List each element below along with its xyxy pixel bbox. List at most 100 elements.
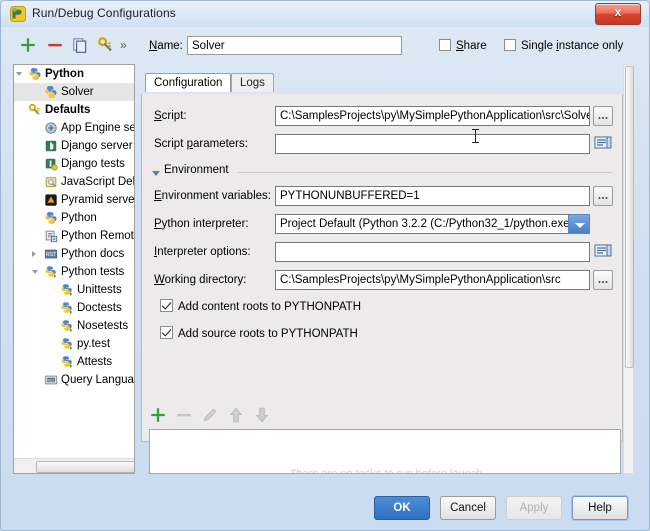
- tree-item-label: Query Language: [61, 374, 134, 386]
- svg-text:RST: RST: [46, 252, 57, 258]
- expand-editor-icon[interactable]: [594, 242, 612, 260]
- tree-item-pyramid-server[interactable]: Pyramid server: [14, 191, 134, 209]
- expand-editor-icon[interactable]: [594, 134, 612, 152]
- text-cursor: [472, 129, 479, 143]
- svg-text:SQL: SQL: [47, 378, 56, 383]
- cancel-button[interactable]: Cancel: [440, 496, 496, 520]
- tree-item-query-language[interactable]: SQL Query Language: [14, 371, 134, 389]
- before-launch-add-button[interactable]: [149, 406, 167, 424]
- section-divider: [238, 172, 612, 173]
- add-content-roots-label: Add content roots to PYTHONPATH: [178, 301, 362, 313]
- tree-item-py-test[interactable]: py.test: [14, 335, 134, 353]
- working-directory-label: Working directory:: [154, 274, 247, 286]
- window-title: Run/Debug Configurations: [32, 6, 176, 20]
- rst-icon: RST: [44, 247, 58, 261]
- python-tests-icon: [44, 265, 58, 279]
- tree-item-label: Attests: [77, 356, 113, 368]
- javascript-icon: [44, 175, 58, 189]
- single-instance-checkbox[interactable]: Single instance only: [504, 39, 623, 52]
- tree-item-python-tests[interactable]: Python tests: [14, 263, 134, 281]
- script-input[interactable]: C:\SamplesProjects\py\MySimplePythonAppl…: [275, 106, 590, 126]
- python-remote-icon: [44, 229, 58, 243]
- ok-button[interactable]: OK: [374, 496, 430, 520]
- tree-item-label: Python tests: [61, 266, 125, 278]
- configurations-toolbar: » Name: Share Single instance only: [1, 28, 649, 64]
- before-launch-empty-hint: There are no tasks to run before launch: [289, 468, 483, 474]
- run-debug-configurations-dialog: Run/Debug Configurations x » Name: Share…: [0, 0, 650, 531]
- python-icon: [44, 211, 58, 225]
- tree-item-label: App Engine server: [61, 122, 134, 134]
- tree-twisty-expanded-icon[interactable]: [32, 270, 38, 277]
- more-actions-button[interactable]: »: [120, 38, 134, 56]
- remove-configuration-button[interactable]: [46, 36, 64, 54]
- tree-rows: Python Solver Defaults App Engine server Dja…: [14, 65, 134, 389]
- django-tests-icon: [44, 157, 58, 171]
- interpreter-options-input[interactable]: [275, 242, 590, 262]
- tree-item-label: Nosetests: [77, 320, 129, 332]
- help-button[interactable]: Help: [572, 496, 628, 520]
- add-source-roots-label: Add source roots to PYTHONPATH: [178, 328, 358, 340]
- tree-item-python[interactable]: Python: [14, 65, 134, 83]
- before-launch-task-list[interactable]: There are no tasks to run before launch: [149, 429, 621, 474]
- script-parameters-label: Script parameters:: [154, 138, 248, 150]
- tree-item-app-engine-server[interactable]: App Engine server: [14, 119, 134, 137]
- environment-section-label: Environment: [164, 164, 229, 176]
- python-icon: [28, 67, 42, 81]
- python-icon: [44, 85, 58, 99]
- add-content-roots-checkbox-box: [160, 299, 173, 312]
- configurations-tree[interactable]: Python Solver Defaults App Engine server Dja…: [13, 64, 135, 474]
- tree-scroll-thumb[interactable]: [36, 461, 134, 473]
- python-interpreter-combo[interactable]: Project Default (Python 3.2.2 (C:/Python…: [275, 214, 590, 234]
- ellipsis-icon: [598, 197, 608, 199]
- python-tests-icon: [60, 355, 74, 369]
- tab-configuration[interactable]: Configuration: [145, 73, 232, 92]
- tree-twisty-expanded-icon[interactable]: [16, 72, 22, 79]
- working-directory-browse-button[interactable]: [593, 270, 613, 290]
- edit-defaults-button[interactable]: [97, 36, 115, 54]
- content-vertical-scrollbar[interactable]: [623, 64, 634, 474]
- add-configuration-button[interactable]: [19, 36, 37, 54]
- script-parameters-input[interactable]: [275, 134, 590, 154]
- environment-section-header[interactable]: Environment: [152, 164, 612, 180]
- single-instance-checkbox-box: [504, 39, 516, 51]
- share-checkbox-box: [439, 39, 451, 51]
- working-directory-input[interactable]: C:\SamplesProjects\py\MySimplePythonAppl…: [275, 270, 590, 290]
- script-label: Script:: [154, 110, 187, 122]
- tree-item-django-server[interactable]: Django server: [14, 137, 134, 155]
- tree-item-solver[interactable]: Solver: [14, 83, 134, 101]
- tree-item-python-remote[interactable]: Python Remote: [14, 227, 134, 245]
- python-interpreter-dropdown-arrow[interactable]: [568, 214, 590, 234]
- close-icon: x: [614, 5, 622, 19]
- tree-item-python-docs[interactable]: RST Python docs: [14, 245, 134, 263]
- interpreter-options-label: Interpreter options:: [154, 246, 251, 258]
- share-checkbox[interactable]: Share: [439, 39, 487, 52]
- content-scroll-thumb[interactable]: [625, 66, 634, 368]
- tree-item-unittests[interactable]: Unittests: [14, 281, 134, 299]
- configuration-name-input[interactable]: [187, 36, 402, 55]
- tree-item-attests[interactable]: Attests: [14, 353, 134, 371]
- tree-item-defaults[interactable]: Defaults: [14, 101, 134, 119]
- tree-item-nosetests[interactable]: Nosetests: [14, 317, 134, 335]
- python-tests-icon: [60, 337, 74, 351]
- add-content-roots-checkbox[interactable]: Add content roots to PYTHONPATH: [160, 299, 361, 313]
- tree-twisty-collapsed-icon[interactable]: [32, 251, 36, 257]
- environment-variables-input[interactable]: PYTHONUNBUFFERED=1: [275, 186, 590, 206]
- tree-item-python[interactable]: Python: [14, 209, 134, 227]
- copy-configuration-button[interactable]: [71, 36, 89, 54]
- tab-logs[interactable]: Logs: [231, 73, 274, 92]
- close-button[interactable]: x: [595, 3, 641, 25]
- wrench-icon: [28, 103, 42, 117]
- script-browse-button[interactable]: [593, 106, 613, 126]
- tree-item-django-tests[interactable]: Django tests: [14, 155, 134, 173]
- tree-item-javascript-debug[interactable]: JavaScript Debug: [14, 173, 134, 191]
- tree-item-doctests[interactable]: Doctests: [14, 299, 134, 317]
- query-icon: SQL: [44, 373, 58, 387]
- tree-horizontal-scrollbar[interactable]: [14, 458, 134, 473]
- python-tests-icon: [60, 319, 74, 333]
- pycharm-icon: [10, 6, 26, 22]
- share-label: Share: [456, 40, 487, 52]
- tree-item-label: Defaults: [45, 104, 91, 116]
- add-source-roots-checkbox[interactable]: Add source roots to PYTHONPATH: [160, 326, 358, 340]
- environment-variables-browse-button[interactable]: [593, 186, 613, 206]
- dialog-footer: OK Cancel Apply Help: [1, 484, 649, 530]
